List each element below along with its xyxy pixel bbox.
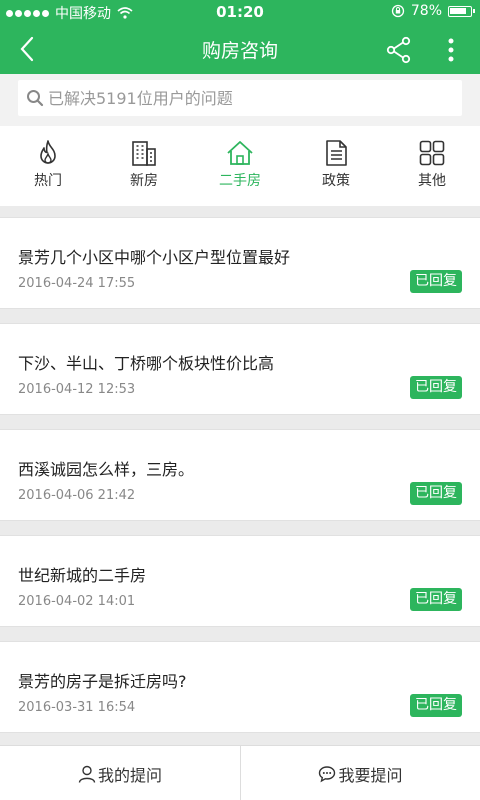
search-icon [27, 90, 44, 107]
house-icon [227, 141, 253, 165]
search-bar [0, 74, 480, 126]
status-badge: 已回复 [410, 588, 462, 611]
question-date: 2016-04-02 14:01 [18, 594, 136, 609]
status-right: 78% [391, 3, 475, 19]
question-date: 2016-03-31 16:54 [18, 700, 136, 715]
tab-other[interactable]: 其他 [384, 126, 480, 206]
tab-second-hand[interactable]: 二手房 [192, 126, 288, 206]
question-item[interactable]: 下沙、半山、丁桥哪个板块性价比高 2016-04-12 12:53 已回复 [0, 323, 480, 415]
chat-bubble-icon [319, 765, 336, 782]
status-badge: 已回复 [410, 376, 462, 399]
tab-label: 热门 [34, 173, 62, 189]
question-item[interactable]: 西溪诚园怎么样，三房。 2016-04-06 21:42 已回复 [0, 429, 480, 521]
tab-label: 新房 [130, 173, 158, 189]
search-box[interactable] [18, 80, 462, 116]
building-icon [132, 141, 156, 166]
question-title: 世纪新城的二手房 [18, 566, 147, 585]
question-item[interactable]: 世纪新城的二手房 2016-04-02 14:01 已回复 [0, 535, 480, 627]
flame-icon [40, 140, 56, 164]
status-badge: 已回复 [410, 482, 462, 505]
tab-new-house[interactable]: 新房 [96, 126, 192, 206]
tab-label: 二手房 [219, 173, 261, 189]
tab-label: 政策 [322, 173, 350, 189]
my-questions-label: 我的提问 [97, 765, 162, 785]
share-icon[interactable] [385, 36, 413, 64]
question-date: 2016-04-12 12:53 [18, 382, 136, 397]
tab-hot[interactable]: 热门 [0, 126, 96, 206]
battery-percent: 78% [410, 3, 442, 19]
user-icon [78, 765, 96, 783]
more-icon[interactable] [440, 36, 462, 64]
status-badge: 已回复 [410, 270, 462, 293]
battery-icon [448, 5, 475, 17]
question-title: 下沙、半山、丁桥哪个板块性价比高 [18, 354, 275, 373]
question-date: 2016-04-24 17:55 [18, 276, 136, 291]
grid-icon [419, 140, 445, 166]
question-title: 西溪诚园怎么样，三房。 [18, 460, 195, 479]
status-bar: 中国移动 01:20 78% [0, 0, 480, 24]
bottom-bar: 我的提问 我要提问 [0, 745, 480, 800]
nav-bar: 购房咨询 [0, 24, 480, 74]
category-tabs: 热门 新房 二手房 政策 其他 [0, 126, 480, 206]
tab-policy[interactable]: 政策 [288, 126, 384, 206]
app-header: 中国移动 01:20 78% 购房咨询 [0, 0, 480, 74]
search-input[interactable] [48, 88, 448, 108]
status-badge: 已回复 [410, 694, 462, 717]
question-item[interactable]: 景芳的房子是拆迁房吗? 2016-03-31 16:54 已回复 [0, 641, 480, 733]
question-title: 景芳的房子是拆迁房吗? [18, 672, 187, 691]
document-icon [326, 140, 347, 166]
my-questions-button[interactable]: 我的提问 [0, 746, 240, 800]
rotation-lock-icon [391, 4, 405, 18]
question-date: 2016-04-06 21:42 [18, 488, 136, 503]
question-title: 景芳几个小区中哪个小区户型位置最好 [18, 248, 291, 267]
tab-label: 其他 [418, 173, 446, 189]
ask-question-label: 我要提问 [338, 765, 403, 785]
ask-question-button[interactable]: 我要提问 [240, 746, 480, 800]
question-item[interactable]: 景芳几个小区中哪个小区户型位置最好 2016-04-24 17:55 已回复 [0, 217, 480, 309]
